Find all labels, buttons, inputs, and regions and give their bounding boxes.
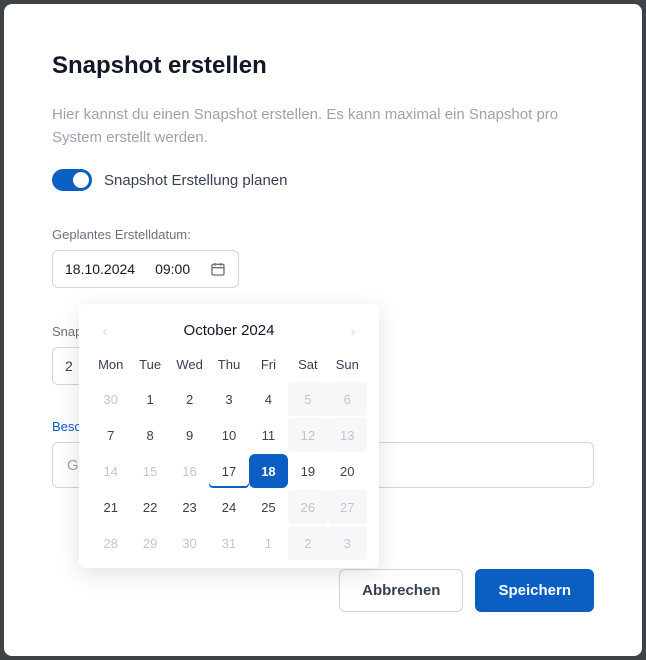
calendar-day[interactable]: 6: [328, 382, 367, 416]
calendar-day: 31: [209, 526, 248, 560]
calendar-next-button[interactable]: ›: [343, 323, 363, 339]
calendar-day[interactable]: 17: [209, 454, 248, 488]
calendar-day: 28: [91, 526, 130, 560]
calendar-day: 16: [170, 454, 209, 488]
calendar-day[interactable]: 19: [288, 454, 327, 488]
calendar-day: 15: [130, 454, 169, 488]
dialog-title: Snapshot erstellen: [52, 52, 594, 80]
calendar-day[interactable]: 30: [91, 382, 130, 416]
calendar-day[interactable]: 13: [328, 418, 367, 452]
calendar-day[interactable]: 11: [249, 418, 288, 452]
scheduled-date-value: 18.10.2024: [65, 261, 135, 277]
calendar-day: 30: [170, 526, 209, 560]
calendar-day[interactable]: 3: [328, 526, 367, 560]
calendar-dow: Wed: [170, 351, 209, 382]
calendar-day[interactable]: 24: [209, 490, 248, 524]
calendar-day[interactable]: 4: [249, 382, 288, 416]
calendar-dow: Sat: [288, 351, 327, 382]
schedule-toggle-label: Snapshot Erstellung planen: [104, 172, 287, 189]
calendar-day[interactable]: 9: [170, 418, 209, 452]
calendar-title[interactable]: October 2024: [184, 322, 275, 339]
create-snapshot-dialog: Snapshot erstellen Hier kannst du einen …: [4, 4, 642, 656]
toggle-knob: [73, 172, 89, 188]
calendar-day[interactable]: 21: [91, 490, 130, 524]
calendar-day[interactable]: 3: [209, 382, 248, 416]
calendar-day[interactable]: 7: [91, 418, 130, 452]
calendar-day[interactable]: 1: [130, 382, 169, 416]
calendar-day[interactable]: 20: [328, 454, 367, 488]
calendar-day[interactable]: 27: [328, 490, 367, 524]
calendar-dow: Thu: [209, 351, 248, 382]
calendar-day[interactable]: 2: [170, 382, 209, 416]
calendar-day[interactable]: 1: [249, 526, 288, 560]
calendar-day: 29: [130, 526, 169, 560]
calendar-dow: Sun: [328, 351, 367, 382]
calendar-day[interactable]: 18: [249, 454, 288, 488]
scheduled-time-value: 09:00: [155, 261, 190, 277]
calendar-prev-button[interactable]: ‹: [95, 323, 115, 339]
save-button[interactable]: Speichern: [475, 569, 594, 612]
calendar-dow: Fri: [249, 351, 288, 382]
dialog-description: Hier kannst du einen Snapshot erstellen.…: [52, 104, 594, 149]
calendar-day[interactable]: 10: [209, 418, 248, 452]
calendar-dow: Mon: [91, 351, 130, 382]
calendar-day[interactable]: 2: [288, 526, 327, 560]
calendar-day[interactable]: 5: [288, 382, 327, 416]
calendar-day[interactable]: 25: [249, 490, 288, 524]
calendar-day[interactable]: 8: [130, 418, 169, 452]
scheduled-date-input[interactable]: 18.10.2024 09:00: [52, 250, 239, 288]
calendar-day[interactable]: 12: [288, 418, 327, 452]
calendar-icon: [210, 261, 226, 277]
cancel-button[interactable]: Abbrechen: [339, 569, 463, 612]
schedule-toggle[interactable]: [52, 169, 92, 191]
calendar-day[interactable]: 23: [170, 490, 209, 524]
calendar-day[interactable]: 22: [130, 490, 169, 524]
description-placeholder: G: [67, 457, 79, 474]
calendar-day: 14: [91, 454, 130, 488]
calendar-dow: Tue: [130, 351, 169, 382]
date-picker-popover: ‹ October 2024 › MonTueWedThuFriSatSun 3…: [79, 304, 379, 568]
scheduled-date-label: Geplantes Erstelldatum:: [52, 227, 594, 242]
calendar-day[interactable]: 26: [288, 490, 327, 524]
